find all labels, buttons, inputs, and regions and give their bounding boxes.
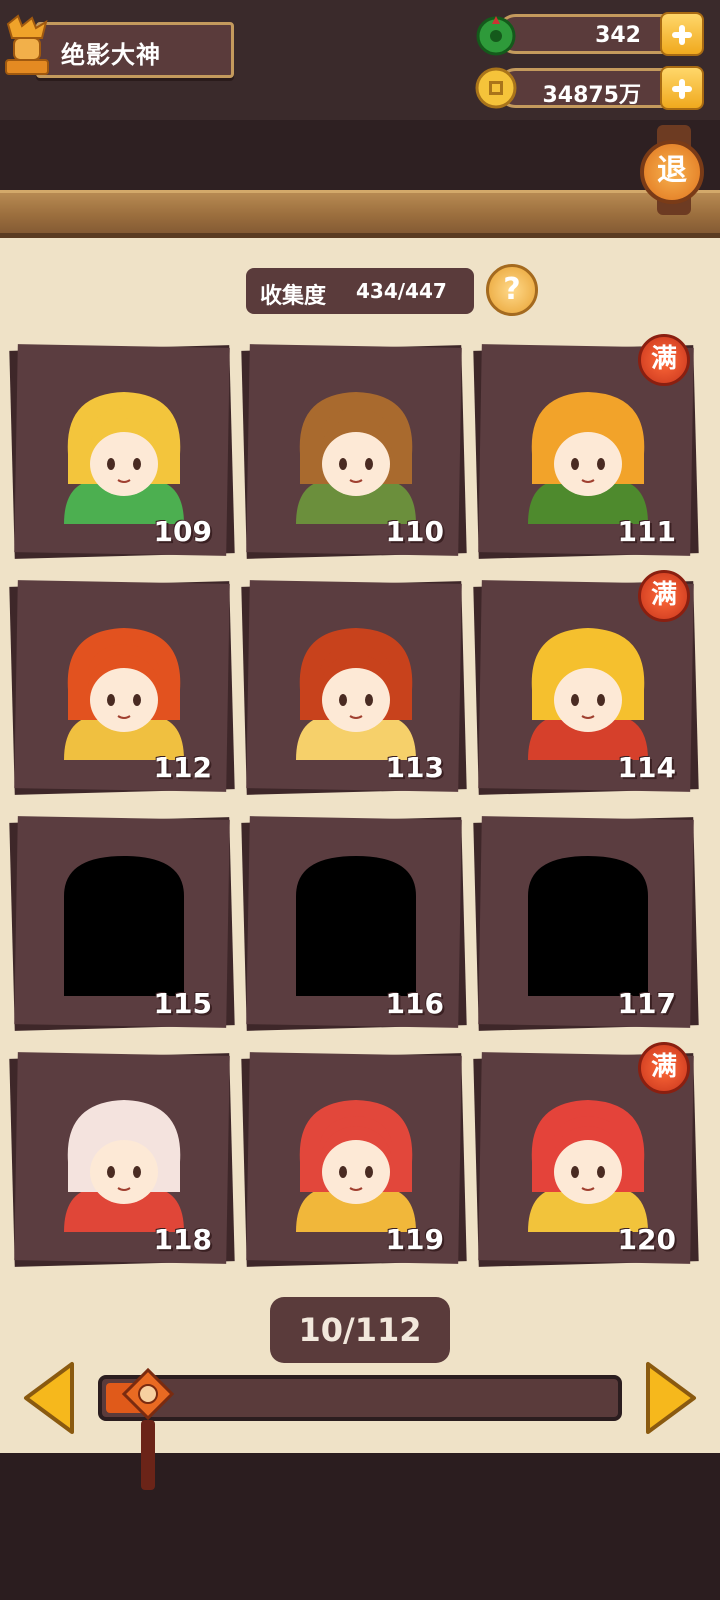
- max-level-badge: 满: [638, 1042, 690, 1094]
- card-number: 120: [617, 1223, 676, 1256]
- gem-amount: 342: [595, 23, 641, 48]
- hero-portrait-icon: [528, 1100, 648, 1232]
- next-page-arrow-icon[interactable]: [644, 1360, 698, 1436]
- hero-portrait-icon: [296, 392, 416, 524]
- hero-portrait-icon: [296, 628, 416, 760]
- locked-silhouette-icon: [528, 856, 648, 996]
- add-gems-button[interactable]: [660, 12, 704, 56]
- hero-portrait-icon: [528, 628, 648, 760]
- hero-card[interactable]: 115: [9, 816, 235, 1031]
- hero-portrait-icon: [64, 628, 184, 760]
- card-number: 115: [153, 987, 212, 1020]
- max-level-badge: 满: [638, 570, 690, 622]
- slider-tassel: [140, 1420, 155, 1490]
- player-name: 绝影大神: [61, 41, 161, 69]
- card-number: 111: [617, 515, 676, 548]
- hero-portrait-icon: [296, 1100, 416, 1232]
- jade-gem-icon: [476, 16, 516, 56]
- exit-button[interactable]: 退: [640, 140, 704, 204]
- card-number: 118: [153, 1223, 212, 1256]
- player-name-plate[interactable]: 绝影大神: [36, 22, 234, 78]
- collection-progress: 收集度 434/447: [246, 268, 474, 314]
- add-coins-button[interactable]: [660, 66, 704, 110]
- card-number: 112: [153, 751, 212, 784]
- bottom-area: [0, 1453, 720, 1600]
- hero-card[interactable]: 109: [9, 344, 235, 559]
- wooden-shelf: [0, 190, 720, 241]
- help-button[interactable]: ?: [486, 264, 538, 316]
- card-number: 119: [385, 1223, 444, 1256]
- hero-card[interactable]: 112: [9, 580, 235, 795]
- page-indicator: 10/112: [270, 1297, 450, 1363]
- card-number: 110: [385, 515, 444, 548]
- page-slider[interactable]: [98, 1375, 622, 1421]
- coin-amount: 34875万: [542, 83, 641, 108]
- hero-portrait-icon: [64, 1100, 184, 1232]
- slider-handle-icon[interactable]: [121, 1367, 175, 1421]
- gold-coin-icon: [475, 67, 517, 109]
- locked-silhouette-icon: [296, 856, 416, 996]
- hero-portrait-icon: [64, 392, 184, 524]
- locked-silhouette-icon: [64, 856, 184, 996]
- hero-card[interactable]: 118: [9, 1052, 235, 1267]
- hero-portrait-icon: [528, 392, 648, 524]
- card-number: 113: [385, 751, 444, 784]
- hero-card[interactable]: 119: [241, 1052, 467, 1267]
- hero-card[interactable]: 117: [473, 816, 699, 1031]
- collection-label: 收集度: [260, 284, 327, 309]
- card-number: 114: [617, 751, 676, 784]
- player-avatar-icon[interactable]: [2, 14, 52, 78]
- hero-card[interactable]: 113: [241, 580, 467, 795]
- max-level-badge: 满: [638, 334, 690, 386]
- card-number: 109: [153, 515, 212, 548]
- card-number: 116: [385, 987, 444, 1020]
- prev-page-arrow-icon[interactable]: [22, 1360, 76, 1436]
- card-number: 117: [617, 987, 676, 1020]
- collection-value: 434/447: [356, 279, 447, 303]
- hero-card[interactable]: 110: [241, 344, 467, 559]
- hero-card[interactable]: 116: [241, 816, 467, 1031]
